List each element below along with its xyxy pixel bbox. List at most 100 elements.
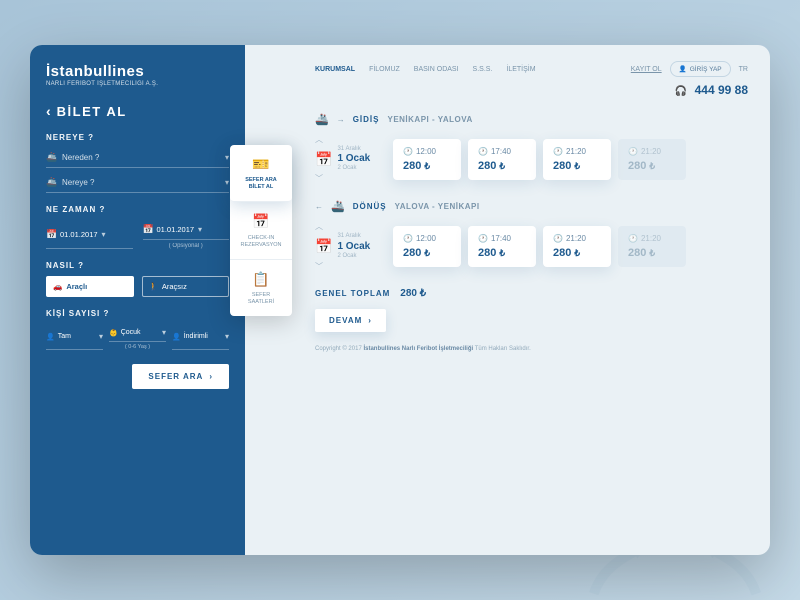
chevron-down-icon: ▾ <box>225 332 229 341</box>
persons-section: KİŞİ SAYISI ? 👤 Tam ▾ 👶 Çocuk ▾ ( 0-6 Ya… <box>46 309 229 350</box>
logo[interactable]: İstanbullines NARLI FERİBOT İŞLETMECİLİĞ… <box>46 63 229 87</box>
with-vehicle-chip[interactable]: 🚗 Araçlı <box>46 276 134 297</box>
to-placeholder: Nereye ? <box>62 178 219 187</box>
chevron-down-icon: ▾ <box>99 332 103 341</box>
return-schedule: ︿ 📅 31 Aralık 1 Ocak 2 Ocak ﹀ 🕐12:00280 … <box>315 221 748 271</box>
time-value: 21:20 <box>641 147 661 156</box>
time-value: 17:40 <box>491 234 511 243</box>
without-vehicle-chip[interactable]: 🚶 Araçsız <box>142 276 230 297</box>
time-card[interactable]: 🕐21:20280 ₺ <box>618 226 686 267</box>
date-next-button[interactable]: ﹀ <box>315 261 323 272</box>
price-value: 280 ₺ <box>553 247 601 259</box>
tab-search-buy[interactable]: 🎫 SEFER ARA BİLET AL <box>230 145 292 202</box>
person-icon: 👤 <box>172 333 181 341</box>
discount-fare-select[interactable]: 👤 İndirimli ▾ <box>172 324 229 350</box>
car-icon: 🚗 <box>53 282 62 291</box>
when-section: NE ZAMAN ? 📅 01.01.2017 ▾ 📅 01.01.2017 ▾… <box>46 205 229 249</box>
clock-icon: 🕐 <box>553 147 563 156</box>
top-nav: KURUMSAL FİLOMUZ BASIN ODASI S.S.S. İLET… <box>315 61 748 77</box>
time-card[interactable]: 🕐21:20280 ₺ <box>543 226 611 267</box>
date-prev-button[interactable]: ︿ <box>315 134 323 145</box>
continue-button[interactable]: DEVAM › <box>315 309 386 332</box>
return-header: ← 🚢 DÖNÜŞ YALOVA - YENİKAPI <box>315 200 748 213</box>
price-value: 280 ₺ <box>628 247 676 259</box>
from-placeholder: Nereden ? <box>62 153 219 162</box>
outbound-date[interactable]: 1 Ocak <box>337 153 370 165</box>
chevron-down-icon: ▾ <box>225 153 229 162</box>
time-value: 21:20 <box>566 234 586 243</box>
user-icon: 👤 <box>679 65 687 73</box>
total-value: 280 ₺ <box>400 288 426 299</box>
app-window: İstanbullines NARLI FERİBOT İŞLETMECİLİĞ… <box>30 45 770 555</box>
how-section: NASIL ? 🚗 Araçlı 🚶 Araçsız <box>46 261 229 297</box>
when-label: NE ZAMAN ? <box>46 205 229 214</box>
where-section: NEREYE ? 🚢 Nereden ? ▾ 🚢 Nereye ? ▾ <box>46 133 229 193</box>
nav-fleet[interactable]: FİLOMUZ <box>369 66 400 73</box>
ship-icon: 🚢 <box>315 113 329 126</box>
date-next-button[interactable]: ﹀ <box>315 173 323 184</box>
language-toggle[interactable]: TR <box>739 66 748 73</box>
return-route: YALOVA - YENİKAPI <box>395 202 480 211</box>
login-button[interactable]: 👤 GİRİŞ YAP <box>670 61 731 77</box>
clock-icon: 🕐 <box>403 147 413 156</box>
time-card[interactable]: 🕐17:40280 ₺ <box>468 139 536 180</box>
walk-icon: 🚶 <box>149 282 158 291</box>
return-label: DÖNÜŞ <box>353 202 387 211</box>
ship-icon: 🚢 <box>46 152 56 163</box>
return-date-picker: ︿ 📅 31 Aralık 1 Ocak 2 Ocak ﹀ <box>315 221 385 271</box>
optional-label: ( Opsiyonal ) <box>143 243 230 249</box>
clock-icon: 🕐 <box>403 234 413 243</box>
outbound-date-picker: ︿ 📅 31 Aralık 1 Ocak 2 Ocak ﹀ <box>315 134 385 184</box>
time-value: 12:00 <box>416 234 436 243</box>
time-card[interactable]: 🕐12:00280 ₺ <box>393 139 461 180</box>
clock-icon: 🕐 <box>478 234 488 243</box>
clock-icon: 🕐 <box>628 147 638 156</box>
time-card[interactable]: 🕐12:00 280 ₺ <box>393 226 461 267</box>
departure-date[interactable]: 📅 01.01.2017 ▾ <box>46 220 133 249</box>
search-trips-button[interactable]: SEFER ARA › <box>132 364 229 389</box>
tab-rail: 🎫 SEFER ARA BİLET AL 📅 CHECK-IN REZERVAS… <box>230 145 292 316</box>
return-date[interactable]: 1 Ocak <box>337 241 370 253</box>
support-phone[interactable]: 🎧 444 99 88 <box>315 83 748 97</box>
nav-press[interactable]: BASIN ODASI <box>414 66 459 73</box>
tab-schedule[interactable]: 📋 SEFER SAATLERİ <box>230 260 292 316</box>
child-icon: 👶 <box>109 329 118 337</box>
chevron-down-icon: ▾ <box>198 225 202 234</box>
chevron-right-icon: › <box>368 316 372 325</box>
total-row: GENEL TOPLAM 280 ₺ <box>315 288 748 299</box>
full-fare-select[interactable]: 👤 Tam ▾ <box>46 324 103 350</box>
nav-corporate[interactable]: KURUMSAL <box>315 66 355 73</box>
tab-checkin[interactable]: 📅 CHECK-IN REZERVASYON <box>230 202 292 259</box>
price-value: 280 ₺ <box>478 160 526 172</box>
chevron-down-icon: ▾ <box>162 328 166 337</box>
date-prev-button[interactable]: ︿ <box>315 221 323 232</box>
clipboard-icon: 📋 <box>236 270 286 288</box>
date-value: 01.01.2017 <box>60 230 98 239</box>
chevron-down-icon: ▾ <box>225 178 229 187</box>
how-label: NASIL ? <box>46 261 229 270</box>
back-title[interactable]: ‹ BİLET AL <box>46 103 229 119</box>
price-value: 280 ₺ <box>628 160 676 172</box>
person-icon: 👤 <box>46 333 55 341</box>
outbound-schedule: ︿ 📅 31 Aralık 1 Ocak 2 Ocak ﹀ 🕐12:00280 … <box>315 134 748 184</box>
time-card[interactable]: 🕐21:20280 ₺ <box>543 139 611 180</box>
nav-contact[interactable]: İLETİŞİM <box>506 66 535 73</box>
calendar-icon: 📅 <box>315 238 332 255</box>
signup-link[interactable]: KAYIT OL <box>631 66 662 73</box>
to-select[interactable]: 🚢 Nereye ? ▾ <box>46 173 229 193</box>
calendar-icon: 📅 <box>46 229 56 240</box>
from-select[interactable]: 🚢 Nereden ? ▾ <box>46 148 229 168</box>
nav-faq[interactable]: S.S.S. <box>473 66 493 73</box>
time-value: 21:20 <box>641 234 661 243</box>
child-fare-select[interactable]: 👶 Çocuk ▾ <box>109 324 166 342</box>
arrow-right-icon: → <box>337 115 345 124</box>
time-card[interactable]: 🕐21:20 280 ₺ <box>618 139 686 180</box>
headset-icon: 🎧 <box>675 86 687 97</box>
calendar-icon: 📅 <box>236 212 286 230</box>
calendar-icon: 📅 <box>315 151 332 168</box>
ship-icon: 🚢 <box>331 200 345 213</box>
time-card[interactable]: 🕐17:40280 ₺ <box>468 226 536 267</box>
price-value: 280 ₺ <box>403 247 451 259</box>
date-value: 01.01.2017 <box>157 225 195 234</box>
return-date[interactable]: 📅 01.01.2017 ▾ <box>143 220 230 240</box>
